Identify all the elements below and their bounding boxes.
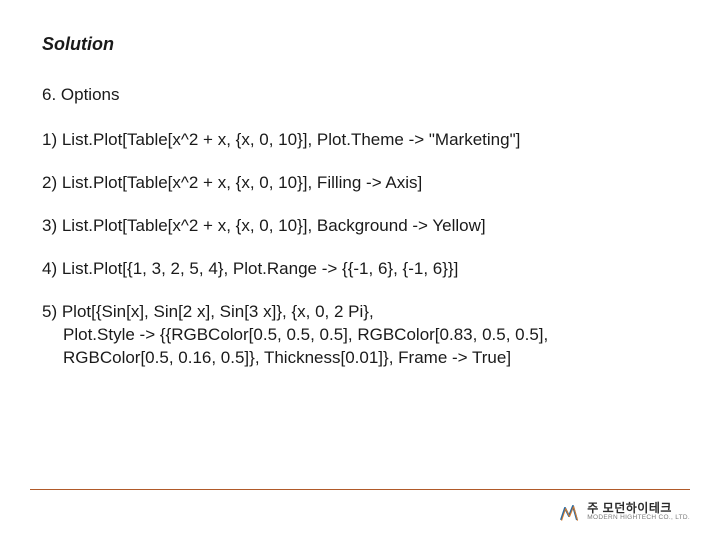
option-text-cont: RGBColor[0.5, 0.16, 0.5]}, Thickness[0.0…: [42, 347, 678, 370]
option-item-4: 4) List.Plot[{1, 3, 2, 5, 4}, Plot.Range…: [42, 258, 678, 281]
option-item-5: 5) Plot[{Sin[x], Sin[2 x], Sin[3 x]}, {x…: [42, 301, 678, 370]
brand-logo-icon: [559, 502, 579, 522]
option-text: 4) List.Plot[{1, 3, 2, 5, 4}, Plot.Range…: [42, 259, 458, 278]
option-text: 2) List.Plot[Table[x^2 + x, {x, 0, 10}],…: [42, 173, 422, 192]
option-text: 5) Plot[{Sin[x], Sin[2 x], Sin[3 x]}, {x…: [42, 302, 374, 321]
slide-footer: 주 모던하이테크 MODERN HIGHTECH CO., LTD.: [0, 489, 720, 522]
option-text: 1) List.Plot[Table[x^2 + x, {x, 0, 10}],…: [42, 130, 520, 149]
section-heading: 6. Options: [42, 85, 678, 105]
option-item-3: 3) List.Plot[Table[x^2 + x, {x, 0, 10}],…: [42, 215, 678, 238]
slide: Solution 6. Options 1) List.Plot[Table[x…: [0, 0, 720, 540]
brand-text: 주 모던하이테크 MODERN HIGHTECH CO., LTD.: [587, 502, 690, 521]
brand-name-en: MODERN HIGHTECH CO., LTD.: [587, 515, 690, 522]
brand-name-kr: 주 모던하이테크: [587, 502, 690, 515]
brand-block: 주 모던하이테크 MODERN HIGHTECH CO., LTD.: [30, 502, 690, 522]
option-text-cont: Plot.Style -> {{RGBColor[0.5, 0.5, 0.5],…: [42, 324, 678, 347]
option-item-1: 1) List.Plot[Table[x^2 + x, {x, 0, 10}],…: [42, 129, 678, 152]
slide-title: Solution: [42, 34, 678, 55]
option-text: 3) List.Plot[Table[x^2 + x, {x, 0, 10}],…: [42, 216, 486, 235]
option-item-2: 2) List.Plot[Table[x^2 + x, {x, 0, 10}],…: [42, 172, 678, 195]
footer-divider: [30, 489, 690, 490]
